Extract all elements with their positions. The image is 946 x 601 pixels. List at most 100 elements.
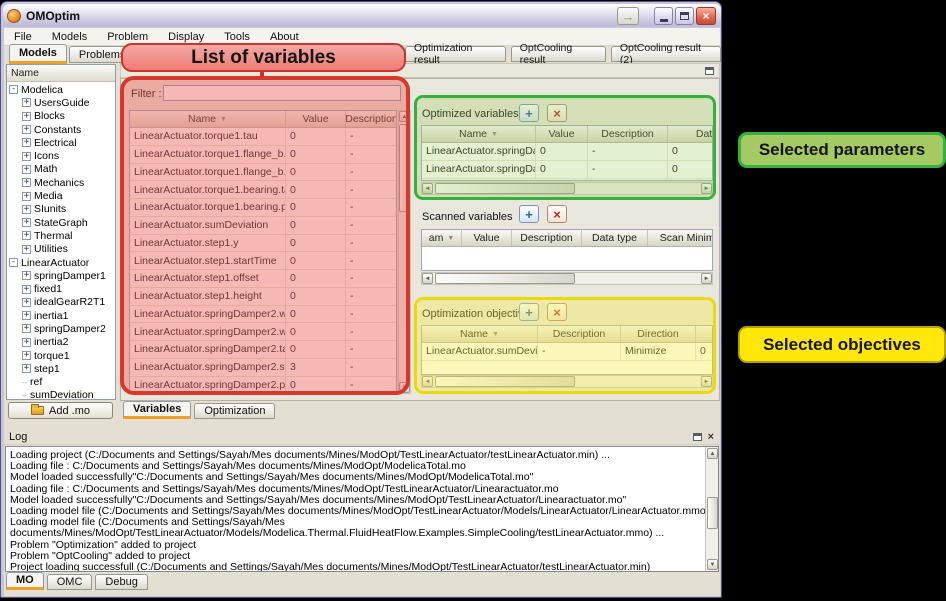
remove-scanned-variable-button[interactable]: × bbox=[547, 205, 567, 223]
scroll-down-icon[interactable]: ▼ bbox=[707, 559, 718, 570]
optimized-variable-row[interactable]: LinearActuator.springDamper2.d0-0 bbox=[422, 143, 712, 161]
close-button[interactable]: × bbox=[696, 7, 716, 25]
column-header-n[interactable]: N bbox=[696, 326, 713, 342]
tree-item-fixed1[interactable]: +fixed1 bbox=[7, 282, 115, 295]
variable-row[interactable]: LinearActuator.springDamper2.w_rel_start… bbox=[130, 306, 396, 324]
scroll-left-icon[interactable]: ◄ bbox=[422, 273, 433, 284]
expand-icon[interactable]: + bbox=[22, 338, 31, 347]
scroll-right-icon[interactable]: ► bbox=[701, 376, 712, 387]
tree-item-icons[interactable]: +Icons bbox=[7, 149, 115, 162]
column-header-data-ty[interactable]: Data ty bbox=[668, 126, 713, 142]
column-header-scan-minimum[interactable]: Scan Minimum bbox=[648, 230, 713, 246]
maximize-button[interactable] bbox=[675, 7, 694, 25]
menu-item-models[interactable]: Models bbox=[42, 28, 97, 45]
objective-row[interactable]: LinearActuator.sumDeviation-Minimize0 bbox=[422, 343, 712, 361]
scroll-down-icon[interactable]: ▼ bbox=[399, 382, 410, 393]
expand-icon[interactable]: + bbox=[22, 311, 31, 320]
expand-icon[interactable]: + bbox=[22, 205, 31, 214]
column-header-name[interactable]: Name▼ bbox=[422, 126, 536, 142]
tree-item-springdamper2[interactable]: +springDamper2 bbox=[7, 322, 115, 335]
minimize-button[interactable] bbox=[654, 7, 673, 25]
variables-scrollbar[interactable]: ▲ ▼ bbox=[398, 110, 411, 394]
expand-icon[interactable]: + bbox=[22, 285, 31, 294]
expand-icon[interactable]: + bbox=[22, 192, 31, 201]
tab-debug[interactable]: Debug bbox=[95, 574, 147, 590]
tree-item-torque1[interactable]: +torque1 bbox=[7, 349, 115, 362]
column-header-am[interactable]: am▼ bbox=[422, 230, 462, 246]
expand-icon[interactable]: + bbox=[22, 324, 31, 333]
variable-row[interactable]: LinearActuator.springDamper2.tau0- bbox=[130, 341, 396, 359]
tree-item-blocks[interactable]: +Blocks bbox=[7, 110, 115, 123]
add-scanned-variable-button[interactable]: + bbox=[519, 205, 539, 223]
expand-icon[interactable]: + bbox=[22, 351, 31, 360]
variable-row[interactable]: LinearActuator.step1.height0- bbox=[130, 288, 396, 306]
expand-icon[interactable]: + bbox=[22, 218, 31, 227]
expand-icon[interactable]: + bbox=[22, 245, 31, 254]
variable-row[interactable]: LinearActuator.torque1.bearing.phi0- bbox=[130, 199, 396, 217]
scrollbar-thumb[interactable] bbox=[399, 124, 410, 212]
tree-item-ref[interactable]: –ref bbox=[7, 376, 115, 389]
tree-item-inertia2[interactable]: +inertia2 bbox=[7, 336, 115, 349]
float-window-icon[interactable] bbox=[705, 67, 714, 75]
expand-icon[interactable]: + bbox=[22, 152, 31, 161]
variable-row[interactable]: LinearActuator.torque1.flange_b.tau0- bbox=[130, 146, 396, 164]
variable-row[interactable]: LinearActuator.torque1.tau0- bbox=[130, 128, 396, 146]
tree-item-utilities[interactable]: +Utilities bbox=[7, 243, 115, 256]
column-header-value[interactable]: Value bbox=[462, 230, 512, 246]
tree-item-siunits[interactable]: +SIunits bbox=[7, 203, 115, 216]
tab-variables[interactable]: Variables bbox=[123, 401, 191, 419]
tree-item-usersguide[interactable]: +UsersGuide bbox=[7, 96, 115, 109]
filter-input[interactable] bbox=[163, 85, 401, 101]
column-header-description[interactable]: Description bbox=[588, 126, 668, 142]
add-mo-button[interactable]: Add .mo bbox=[8, 402, 113, 419]
tree-item-constants[interactable]: +Constants bbox=[7, 123, 115, 136]
scrollbar-thumb[interactable] bbox=[435, 183, 575, 194]
column-header-description[interactable]: Description bbox=[538, 326, 621, 342]
column-header-description[interactable]: Description bbox=[346, 111, 397, 127]
column-header-name[interactable]: Name▼ bbox=[130, 111, 286, 127]
optimized-variable-row[interactable]: LinearActuator.springDamper1.d0-0 bbox=[422, 161, 712, 179]
scrollbar-thumb[interactable] bbox=[435, 376, 575, 387]
tab-optimization[interactable]: Optimization bbox=[194, 403, 275, 419]
expand-icon[interactable]: + bbox=[22, 112, 31, 121]
tab-models[interactable]: Models bbox=[9, 44, 67, 64]
optimized-variables-hscrollbar[interactable]: ◄ ► bbox=[421, 182, 713, 195]
tree-item-linearactuator[interactable]: -LinearActuator bbox=[7, 256, 115, 269]
variable-row[interactable]: LinearActuator.sumDeviation0- bbox=[130, 217, 396, 235]
tree-item-idealgearr2t1[interactable]: +idealGearR2T1 bbox=[7, 296, 115, 309]
close-dock-icon[interactable]: × bbox=[708, 431, 714, 443]
tab-mo[interactable]: MO bbox=[6, 572, 44, 590]
scrollbar-thumb[interactable] bbox=[435, 273, 575, 284]
tree-item-springdamper1[interactable]: +springDamper1 bbox=[7, 269, 115, 282]
scanned-variables-hscrollbar[interactable]: ◄ ► bbox=[421, 272, 713, 285]
tab-omc[interactable]: OMC bbox=[47, 574, 93, 590]
scroll-left-icon[interactable]: ◄ bbox=[422, 376, 433, 387]
variable-row[interactable]: LinearActuator.springDamper2.stateSelect… bbox=[130, 359, 396, 377]
column-header-name[interactable]: Name▼ bbox=[422, 326, 538, 342]
column-header-value[interactable]: Value bbox=[286, 111, 346, 127]
float-window-icon[interactable] bbox=[693, 433, 702, 441]
collapse-icon[interactable]: - bbox=[9, 258, 18, 267]
add-optimized-variable-button[interactable]: + bbox=[519, 104, 539, 122]
scroll-up-icon[interactable]: ▲ bbox=[707, 448, 718, 459]
tree-item-thermal[interactable]: +Thermal bbox=[7, 229, 115, 242]
forward-arrow-button[interactable]: → bbox=[617, 7, 639, 25]
expand-icon[interactable]: + bbox=[22, 364, 31, 373]
scrollbar-thumb[interactable] bbox=[707, 497, 718, 529]
log-scrollbar[interactable]: ▲ ▼ bbox=[705, 447, 718, 571]
scroll-right-icon[interactable]: ► bbox=[701, 183, 712, 194]
remove-objective-button[interactable]: × bbox=[547, 303, 567, 321]
add-objective-button[interactable]: + bbox=[519, 303, 539, 321]
expand-icon[interactable]: + bbox=[22, 298, 31, 307]
tree-item-stategraph[interactable]: +StateGraph bbox=[7, 216, 115, 229]
column-header-value[interactable]: Value bbox=[536, 126, 588, 142]
expand-icon[interactable]: + bbox=[22, 178, 31, 187]
title-bar[interactable]: OMOptim → × bbox=[3, 4, 721, 28]
optimization-objectives-hscrollbar[interactable]: ◄ ► bbox=[421, 375, 713, 388]
variable-row[interactable]: LinearActuator.torque1.flange_b.phi0- bbox=[130, 164, 396, 182]
tree-item-mechanics[interactable]: +Mechanics bbox=[7, 176, 115, 189]
variable-row[interactable]: LinearActuator.springDamper2.w_rel0- bbox=[130, 323, 396, 341]
tab-optimization-result[interactable]: Optimization result bbox=[405, 46, 506, 62]
scroll-left-icon[interactable]: ◄ bbox=[422, 183, 433, 194]
tree-item-inertia1[interactable]: +inertia1 bbox=[7, 309, 115, 322]
